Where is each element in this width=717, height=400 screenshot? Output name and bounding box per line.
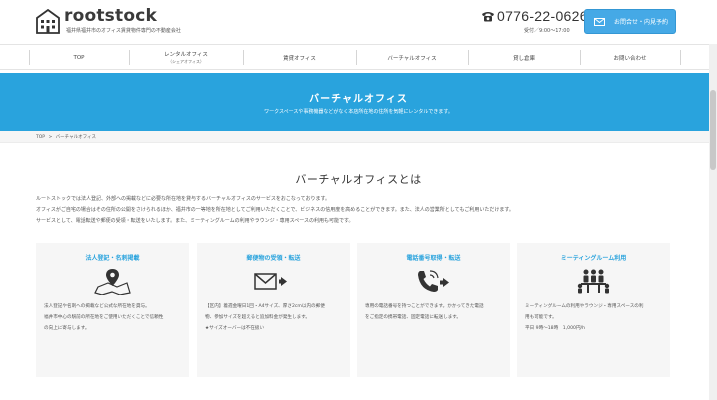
card-title: 郵便物の受領・転送 bbox=[246, 255, 301, 262]
logo-tagline: 福井県福井市のオフィス賃貸物件専門の不動産会社 bbox=[66, 28, 181, 34]
card-description: 法人登記や名刺への掲載など公式な所在地を貸与。 福井市中心の駅前の所在地をご使用… bbox=[44, 304, 164, 331]
breadcrumb-current: バーチャルオフィス bbox=[55, 135, 97, 140]
card-description: 専用の電話番号を持つことができます。かかってきた電話 をご指定の携帯電話、固定電… bbox=[365, 304, 484, 320]
page-title: バーチャルオフィス bbox=[309, 94, 408, 105]
site-logo[interactable]: rootstock bbox=[64, 6, 157, 26]
service-card-registration: 法人登記・名刺掲載 法人登記や名刺への掲載など公式な所在地を貸与。 福井市中心の… bbox=[36, 243, 189, 377]
card-title: 法人登記・名刺掲載 bbox=[85, 255, 140, 262]
telephone-icon bbox=[482, 12, 494, 22]
nav-item-leased-office[interactable]: 賃貸オフィス bbox=[243, 45, 356, 70]
nav-item-label: 貸し倉庫 bbox=[512, 55, 535, 62]
scrollbar-thumb[interactable] bbox=[710, 90, 716, 170]
card-description: 【区内】着週金曜日1回・A4サイズ、厚さ2cm以内の郵便 物、参加サイズを超える… bbox=[205, 304, 325, 331]
card-title: 電話番号取得・転送 bbox=[406, 255, 461, 262]
service-card-phone: 電話番号取得・転送 専用の電話番号を持つことができます。かかってきた電話 をご指… bbox=[357, 243, 510, 377]
intro-line: ルートストックでは法人登記、外部への掲載などに必要な所在地を貸与するバーチャルオ… bbox=[36, 196, 330, 202]
page-subtitle: ワークスペースや事務機器などがなく本店所在地の住所を気軽にレンタルできます。 bbox=[264, 109, 453, 115]
section-intro: ルートストックでは法人登記、外部への掲載などに必要な所在地を貸与するバーチャルオ… bbox=[36, 194, 514, 227]
building-logo-icon[interactable] bbox=[36, 9, 60, 34]
nav-item-label: お問い合わせ bbox=[613, 55, 647, 62]
business-hours: 受付／9:00〜17:00 bbox=[524, 28, 570, 34]
intro-line: オフィスがご自宅の場合はその住所の公開をさけられるほか、福井市の一等地を所在地と… bbox=[36, 207, 514, 213]
nav-item-label: 賃貸オフィス bbox=[283, 55, 316, 62]
nav-item-top[interactable]: TOP bbox=[29, 45, 129, 70]
card-title: ミーティングルーム利用 bbox=[560, 255, 627, 262]
service-card-meeting: ミーティングルーム利用 ミーティングルームの利用やラウンジ・専用スペースの利 用… bbox=[517, 243, 670, 377]
nav-divider bbox=[680, 50, 681, 65]
contact-reservation-button[interactable]: お問合せ・内見予約 bbox=[584, 9, 676, 34]
nav-item-rental-office[interactable]: レンタルオフィス （シェアオフィス） bbox=[129, 45, 243, 70]
nav-item-label: バーチャルオフィス bbox=[387, 55, 437, 62]
map-pin-icon bbox=[94, 269, 131, 295]
service-card-mail: 郵便物の受領・転送 【区内】着週金曜日1回・A4サイズ、厚さ2cm以内の郵便 物… bbox=[197, 243, 350, 377]
nav-item-label: レンタルオフィス bbox=[164, 52, 208, 58]
card-description: ミーティングルームの利用やラウンジ・専用スペースの利 用も可能です。 平日 9時… bbox=[525, 304, 644, 331]
nav-item-label: TOP bbox=[73, 54, 85, 61]
hero-banner: バーチャルオフィス ワークスペースや事務機器などがなく本店所在地の住所を気軽にレ… bbox=[0, 73, 717, 131]
phone-number[interactable]: 0776-22-0626 bbox=[497, 8, 588, 24]
breadcrumb: TOP > バーチャルオフィス bbox=[0, 131, 717, 143]
site-header: rootstock 福井県福井市のオフィス賃貸物件専門の不動産会社 0776-2… bbox=[0, 0, 717, 44]
envelope-arrow-icon bbox=[254, 273, 287, 290]
meeting-people-icon bbox=[577, 269, 610, 294]
nav-item-warehouse[interactable]: 貸し倉庫 bbox=[468, 45, 580, 70]
nav-item-sublabel: （シェアオフィス） bbox=[168, 59, 204, 64]
main-nav: TOP レンタルオフィス （シェアオフィス） 賃貸オフィス バーチャルオフィス … bbox=[0, 44, 717, 70]
nav-item-contact[interactable]: お問い合わせ bbox=[580, 45, 680, 70]
mail-icon bbox=[594, 17, 605, 26]
breadcrumb-home-link[interactable]: TOP bbox=[36, 135, 45, 140]
nav-item-virtual-office[interactable]: バーチャルオフィス bbox=[356, 45, 468, 70]
intro-line: サービスとして、電話転送や郵便の受領・転送をいたします。また、ミーティングルーム… bbox=[36, 218, 354, 224]
contact-button-label: お問合せ・内見予約 bbox=[614, 19, 669, 26]
breadcrumb-separator: > bbox=[48, 135, 53, 140]
section-heading: バーチャルオフィスとは bbox=[295, 173, 422, 186]
phone-arrow-icon bbox=[418, 270, 449, 292]
